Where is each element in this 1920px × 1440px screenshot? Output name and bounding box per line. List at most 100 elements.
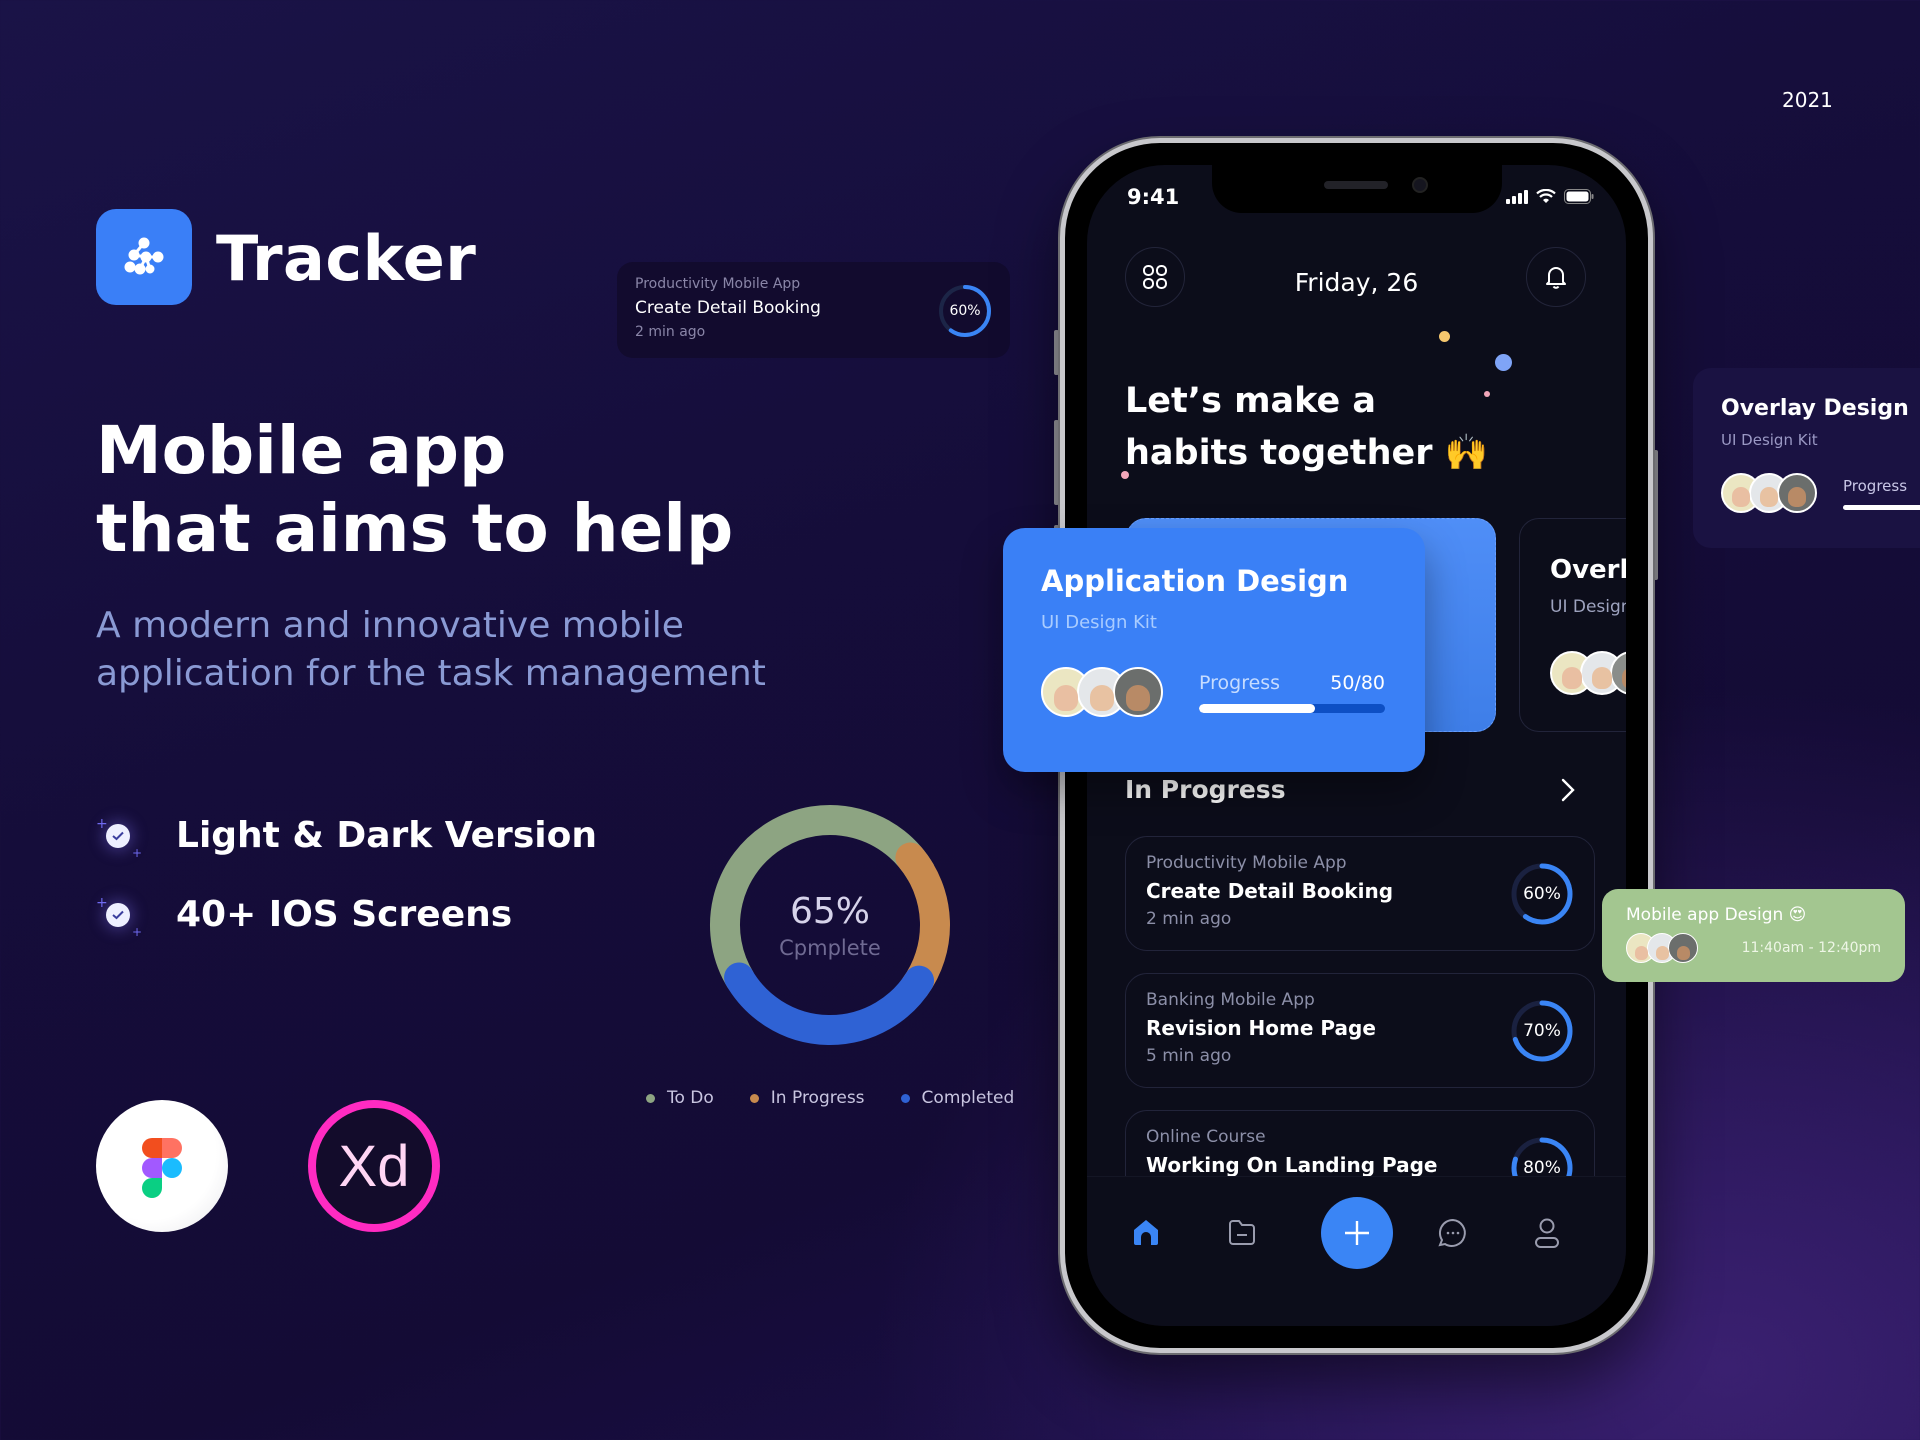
legend-item-in-progress: In Progress [749,1088,865,1108]
overlay-progress-bar [1843,504,1920,510]
status-time: 9:41 [1127,185,1180,209]
legend-swatch [900,1093,910,1103]
tab-bar [1087,1176,1626,1326]
tab-profile[interactable] [1533,1217,1561,1253]
volume-up-button [1054,420,1059,505]
year-label: 2021 [1782,88,1833,112]
legend-label: Completed [921,1088,1015,1108]
subtitle-line-2: application for the task management [96,653,766,694]
check-circle-icon: + + [96,894,142,939]
donut-legend: To Do In Progress Completed [646,1088,1014,1108]
progress-bar-fill [1199,703,1316,713]
greeting-line-1: Let’s make a [1125,381,1377,421]
progress-label: Progress [1199,671,1281,694]
app-logo [96,209,192,305]
overlay-design-card[interactable]: Overlay Design UI Design Kit Progress [1693,368,1920,548]
battery-icon [1564,189,1594,204]
folder-icon [1229,1220,1255,1245]
adobe-xd-logo-icon: Xd [338,1133,410,1199]
overlay-card-subtitle: UI Design Kit [1721,431,1818,449]
progress-label: 70% [1523,1021,1561,1041]
progress-value: 50/80 [1330,671,1385,694]
plus-icon [1344,1221,1369,1245]
legend-swatch [646,1093,655,1103]
wifi-icon [1536,189,1556,203]
greeting-line-2: habits together 🙌 [1125,433,1489,473]
greeting-text: Let’s make a habits together 🙌 [1125,375,1488,479]
home-icon [1134,1220,1158,1245]
headline-line-1: Mobile app [96,412,507,489]
tab-chat[interactable] [1437,1217,1469,1253]
feature-item: + + 40+ IOS Screens [96,894,513,939]
speaker [1323,181,1388,189]
signal-icon [1506,190,1528,204]
chat-icon [1438,1218,1466,1247]
project-card-subtitle: UI Design Kit [1550,597,1626,617]
hero-headline: Mobile app that aims to help [96,412,733,568]
in-progress-title: In Progress [1125,775,1286,804]
adobe-xd-badge: Xd [308,1100,440,1232]
progress-ring: 70% [1510,999,1574,1063]
avatar-group [1550,651,1626,695]
event-card[interactable]: Mobile app Design 😍 11:40am - 12:40pm [1602,889,1905,982]
molecule-dots-icon [124,237,164,275]
donut-center-label: Cpmplete [779,935,881,960]
subtitle-line-1: A modern and innovative mobile [96,605,684,646]
avatar [1668,933,1698,963]
notifications-button[interactable] [1526,247,1586,307]
feature-label: Light & Dark Version [176,815,597,856]
project-card-overlay-design[interactable]: Overlay Design UI Design Kit [1519,518,1626,732]
overlay-card-title: Overlay Design [1721,396,1909,421]
legend-item-completed: Completed [900,1088,1015,1108]
avatar [1113,667,1163,717]
event-title: Mobile app Design 😍 [1626,905,1807,925]
see-all-button[interactable] [1560,777,1576,807]
bell-icon [1546,267,1566,289]
power-button [1653,450,1658,580]
project-card-title: Overlay Design [1550,555,1626,585]
avatar [1777,473,1817,513]
brand-name: Tracker [216,222,477,295]
project-card-subtitle: UI Design Kit [1041,612,1157,633]
completion-donut-chart: 65% Cpmplete [700,795,960,1055]
mute-switch [1054,330,1059,375]
user-icon [1535,1218,1559,1248]
feature-label: 40+ IOS Screens [176,894,513,935]
check-circle-icon: + + [96,815,142,860]
status-icons [1506,189,1594,204]
notification-card[interactable]: Productivity Mobile App Create Detail Bo… [617,262,1010,358]
legend-swatch [749,1093,759,1103]
overlay-progress-label: Progress [1843,476,1908,495]
tab-home[interactable] [1131,1217,1161,1251]
confetti-dot [1495,354,1512,371]
legend-label: To Do [667,1088,714,1108]
progress-ring: 60% [1510,862,1574,926]
progress-ring: 60% [938,284,992,338]
event-time: 11:40am - 12:40pm [1741,940,1881,956]
task-card[interactable]: Productivity Mobile App Create Detail Bo… [1125,836,1595,951]
progress-label: 60% [949,303,981,319]
figma-logo-icon [142,1138,182,1198]
headline-line-2: that aims to help [96,490,734,567]
hero-subtitle: A modern and innovative mobile applicati… [96,602,766,698]
feature-item: + + Light & Dark Version [96,815,597,860]
progress-bar [1199,703,1385,713]
avatar-group [1626,933,1698,963]
project-card-application-design[interactable]: Application Design UI Design Kit Progres… [1003,528,1425,772]
front-camera [1411,177,1428,193]
task-card[interactable]: Banking Mobile App Revision Home Page 5 … [1125,973,1595,1088]
chevron-right-icon [1561,778,1575,802]
confetti-dot [1439,331,1450,342]
avatar-group [1041,667,1163,717]
progress-section: Progress 50/80 [1199,672,1385,713]
figma-badge [96,1100,228,1232]
donut-center-value: 65% [789,890,870,932]
add-task-button[interactable] [1320,1197,1393,1269]
notch [1211,165,1502,213]
progress-label: 60% [1523,884,1561,904]
tab-folder[interactable] [1227,1217,1257,1251]
project-card-title: Application Design [1041,564,1349,598]
legend-label: In Progress [770,1088,865,1108]
legend-item-todo: To Do [646,1088,714,1108]
avatar-group [1721,473,1817,513]
